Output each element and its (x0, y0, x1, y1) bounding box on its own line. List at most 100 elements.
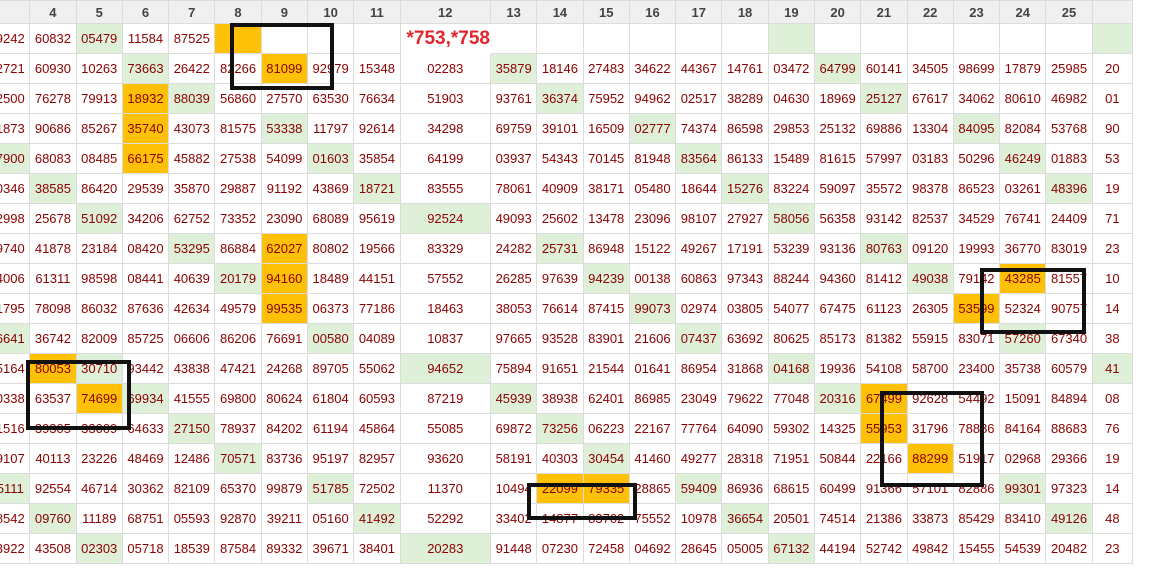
grid-cell: 91651 (536, 353, 584, 384)
grid-cell: 14325 (813, 413, 862, 444)
grid-cell: 34062 (952, 83, 1001, 114)
grid-cell: 94652 (399, 353, 492, 384)
table-row: 4299825678510923420662752733522309068089… (0, 203, 1134, 234)
grid-cell: 91448 (489, 533, 538, 564)
grid-cell: 97343 (721, 263, 769, 294)
grid-cell: 57997 (860, 143, 908, 174)
grid-cell: 68083 (29, 143, 77, 174)
grid-cell: 54108 (860, 353, 908, 384)
grid-cell: 23226 (75, 443, 123, 474)
grid-cell: 42500 (0, 83, 31, 114)
grid-cell: 26422 (168, 53, 216, 84)
grid-cell (767, 23, 815, 54)
grid-cell: 38585 (29, 173, 77, 204)
grid-cell: 81557 (1045, 263, 1093, 294)
grid-cell: 39101 (536, 113, 584, 144)
grid-cell: 94160 (260, 263, 308, 294)
grid-cell: 19566 (353, 233, 401, 264)
grid-cell: 92554 (29, 473, 77, 504)
grid-cell: 74699 (75, 383, 123, 414)
grid-cell: 72502 (353, 473, 401, 504)
grid-cell: 54077 (767, 293, 815, 324)
grid-cell: 39211 (260, 503, 308, 534)
grid-cell: 18146 (536, 53, 584, 84)
grid-cell: 36742 (29, 323, 77, 354)
grid-cell: 82084 (999, 113, 1047, 144)
grid-cell: 61123 (860, 293, 908, 324)
grid-cell: 17879 (999, 53, 1047, 84)
grid-cell: 49267 (675, 233, 723, 264)
grid-cell: 64199 (399, 143, 492, 174)
grid-cell: 07230 (536, 533, 584, 564)
grid-cell: 34529 (952, 203, 1001, 234)
grid-cell: 81948 (628, 143, 677, 174)
grid-cell: 01641 (628, 353, 677, 384)
grid-cell: 80802 (306, 233, 355, 264)
grid-cell: 60863 (675, 263, 723, 294)
grid-cell: 28645 (675, 533, 723, 564)
grid-cell: 35854 (353, 143, 401, 174)
grid-cell: 27150 (168, 413, 216, 444)
grid-cell: 85429 (952, 503, 1001, 534)
grid-cell: 31796 (906, 413, 954, 444)
grid-cell: 33402 (489, 503, 538, 534)
grid-cell: 23049 (675, 383, 723, 414)
grid-cell: 05160 (306, 503, 355, 534)
grid-cell: 08441 (121, 263, 170, 294)
table-row: 9033863537746996993441555698008062461804… (0, 383, 1134, 414)
grid-cell: 19 (1091, 173, 1134, 204)
grid-cell: 93142 (860, 203, 908, 234)
grid-cell: 18539 (168, 533, 216, 564)
grid-cell: 02283 (399, 53, 492, 84)
grid-cell: 77186 (353, 293, 401, 324)
grid-cell: 42634 (168, 293, 216, 324)
grid-cell: 02777 (628, 113, 677, 144)
grid-cell: 83019 (1045, 233, 1093, 264)
grid-cell: 43508 (29, 533, 77, 564)
table-row: 1924260832054791158487525 *753,*758 (0, 23, 1134, 54)
grid-cell: 36770 (999, 233, 1047, 264)
grid-cell: 53338 (260, 113, 308, 144)
grid-cell: 24409 (1045, 203, 1093, 234)
grid-cell: 68751 (121, 503, 170, 534)
grid-cell: 75552 (628, 503, 677, 534)
grid-cell: 04089 (353, 323, 401, 354)
grid-cell: 53768 (1045, 113, 1093, 144)
grid-cell: 60930 (29, 53, 77, 84)
grid-cell: 40909 (536, 173, 584, 204)
grid-cell: 22099 (536, 473, 584, 504)
grid-cell: 67475 (813, 293, 862, 324)
column-header: 15 (582, 0, 630, 24)
grid-cell: 57101 (906, 473, 954, 504)
grid-cell: 52324 (999, 293, 1047, 324)
grid-cell: 38053 (489, 293, 538, 324)
grid-cell: 44367 (675, 53, 723, 84)
grid-cell: 56860 (214, 83, 262, 114)
grid-cell: 18489 (306, 263, 355, 294)
grid-cell (489, 23, 538, 54)
grid-cell: 90346 (0, 173, 31, 204)
grid-cell: 30454 (582, 443, 630, 474)
grid-cell: 45882 (168, 143, 216, 174)
column-header: 16 (628, 0, 677, 24)
grid-cell: 85725 (121, 323, 170, 354)
column-header: 12 (399, 0, 492, 24)
grid-cell: 21544 (582, 353, 630, 384)
column-header-row: 4 5 6 7 8 9 10 11 12 13 14 15 16 17 18 19 20 21 22 23 24 25 (0, 0, 1134, 24)
grid-cell: 46249 (999, 143, 1047, 174)
grid-cell: 28318 (721, 443, 769, 474)
grid-cell: 41878 (29, 233, 77, 264)
grid-cell: 23096 (628, 203, 677, 234)
grid-cell: 38289 (721, 83, 769, 114)
grid-cell: 88039 (168, 83, 216, 114)
grid-cell: 54492 (952, 383, 1001, 414)
grid-cell: 05480 (628, 173, 677, 204)
grid-cell: 18969 (813, 83, 862, 114)
table-row: 7272160930102637366326422822668109992979… (0, 53, 1134, 84)
grid-cell: 83736 (260, 443, 308, 474)
grid-cell: 94962 (628, 83, 677, 114)
table-row: 4151639305330096463327150789378420261194… (0, 413, 1134, 444)
grid-cell: 97639 (536, 263, 584, 294)
grid-cell: 88683 (1045, 413, 1093, 444)
grid-cell: 97665 (489, 323, 538, 354)
